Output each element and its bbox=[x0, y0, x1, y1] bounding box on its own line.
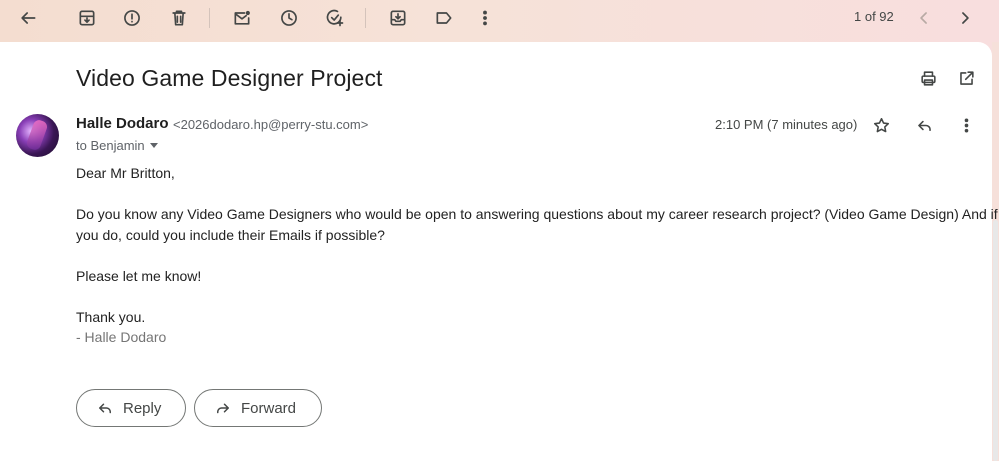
reply-icon[interactable] bbox=[912, 113, 936, 137]
toolbar: 1 of 92 bbox=[0, 0, 999, 42]
reply-button[interactable]: Reply bbox=[76, 389, 186, 427]
avatar[interactable] bbox=[16, 114, 59, 157]
body-signature: - Halle Dodaro bbox=[76, 329, 167, 345]
pager-count: 1 of 92 bbox=[854, 9, 894, 24]
forward-icon bbox=[217, 403, 229, 414]
open-new-window-icon[interactable] bbox=[954, 66, 978, 90]
sender-name[interactable]: Halle Dodaro bbox=[76, 115, 169, 132]
message-time: 2:10 PM (7 minutes ago) bbox=[715, 117, 858, 132]
more-vert-icon[interactable] bbox=[472, 5, 498, 31]
more-vert-icon[interactable] bbox=[954, 113, 978, 137]
back-arrow-icon[interactable] bbox=[15, 5, 41, 31]
body-paragraph-line: Do you know any Video Game Designers who… bbox=[76, 206, 998, 222]
label-icon[interactable] bbox=[431, 5, 457, 31]
chevron-right-icon[interactable] bbox=[952, 5, 978, 31]
toolbar-divider bbox=[209, 8, 210, 28]
print-icon[interactable] bbox=[916, 66, 940, 90]
forward-button-label: Forward bbox=[241, 399, 297, 417]
chevron-down-icon[interactable] bbox=[150, 143, 158, 148]
delete-icon[interactable] bbox=[166, 5, 192, 31]
sender-email: <2026dodaro.hp@perry-stu.com> bbox=[173, 117, 369, 132]
toolbar-divider bbox=[365, 8, 366, 28]
forward-button[interactable]: Forward bbox=[194, 389, 322, 427]
snooze-icon[interactable] bbox=[276, 5, 302, 31]
reply-button-label: Reply bbox=[123, 399, 162, 417]
scrollbar-thumb[interactable] bbox=[993, 220, 998, 461]
body-paragraph: Please let me know! bbox=[76, 268, 202, 284]
archive-icon[interactable] bbox=[74, 5, 100, 31]
mark-unread-icon[interactable] bbox=[229, 5, 255, 31]
star-icon[interactable] bbox=[869, 113, 893, 137]
body-greeting: Dear Mr Britton, bbox=[76, 165, 175, 181]
add-task-icon[interactable] bbox=[322, 5, 348, 31]
reply-icon bbox=[99, 403, 111, 414]
body-closing: Thank you. bbox=[76, 309, 146, 325]
move-to-icon[interactable] bbox=[385, 5, 411, 31]
recipient-line: to Benjamin bbox=[76, 138, 145, 153]
report-spam-icon[interactable] bbox=[119, 5, 145, 31]
message-subject: Video Game Designer Project bbox=[76, 65, 383, 91]
body-paragraph-line: you do, could you include their Emails i… bbox=[76, 227, 385, 243]
chevron-left-icon[interactable] bbox=[911, 5, 937, 31]
